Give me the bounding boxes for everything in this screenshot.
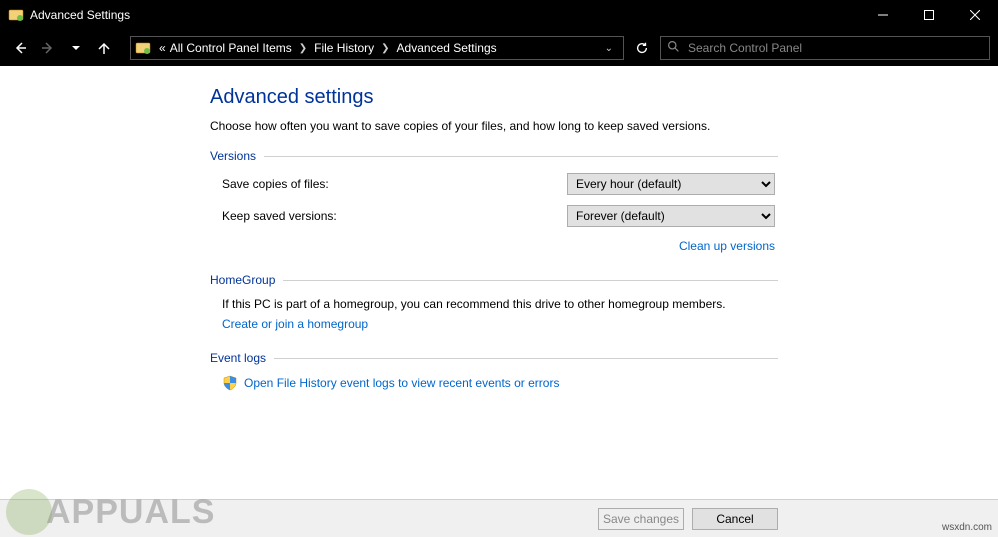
- homegroup-group-title: HomeGroup: [210, 273, 275, 287]
- search-icon: [667, 40, 680, 56]
- homegroup-text: If this PC is part of a homegroup, you c…: [222, 297, 998, 311]
- up-button[interactable]: [92, 36, 116, 60]
- back-button[interactable]: [8, 36, 32, 60]
- breadcrumb-item[interactable]: Advanced Settings: [395, 41, 499, 55]
- window-controls: [860, 0, 998, 30]
- titlebar: Advanced Settings: [0, 0, 998, 30]
- watermark: APPUALS: [6, 489, 215, 535]
- refresh-button[interactable]: [630, 36, 654, 60]
- window-icon: [8, 7, 24, 23]
- page-description: Choose how often you want to save copies…: [210, 119, 998, 133]
- divider: [274, 358, 778, 359]
- content-area: Advanced settings Choose how often you w…: [0, 66, 998, 499]
- versions-group: Versions Save copies of files: Every hou…: [210, 149, 998, 255]
- homegroup-group: HomeGroup If this PC is part of a homegr…: [210, 273, 998, 333]
- maximize-button[interactable]: [906, 0, 952, 30]
- breadcrumb-item[interactable]: All Control Panel Items: [168, 41, 294, 55]
- close-button[interactable]: [952, 0, 998, 30]
- divider: [283, 280, 778, 281]
- eventlogs-group: Event logs Open File History event logs …: [210, 351, 998, 391]
- eventlogs-group-title: Event logs: [210, 351, 266, 365]
- keep-versions-select[interactable]: Forever (default): [567, 205, 775, 227]
- search-placeholder: Search Control Panel: [688, 41, 802, 55]
- create-homegroup-link[interactable]: Create or join a homegroup: [222, 317, 368, 331]
- page-title: Advanced settings: [210, 86, 998, 109]
- versions-group-title: Versions: [210, 149, 256, 163]
- breadcrumb-item[interactable]: File History: [312, 41, 376, 55]
- breadcrumb-prefix: «: [157, 41, 168, 55]
- search-input[interactable]: Search Control Panel: [660, 36, 990, 60]
- watermark-icon: [6, 489, 52, 535]
- navbar: « All Control Panel Items ❯ File History…: [0, 30, 998, 66]
- open-event-logs-link[interactable]: Open File History event logs to view rec…: [244, 376, 559, 390]
- address-bar[interactable]: « All Control Panel Items ❯ File History…: [130, 36, 624, 60]
- save-copies-select[interactable]: Every hour (default): [567, 173, 775, 195]
- chevron-right-icon[interactable]: ❯: [376, 43, 394, 54]
- save-changes-button[interactable]: Save changes: [598, 508, 684, 530]
- forward-button[interactable]: [36, 36, 60, 60]
- chevron-right-icon[interactable]: ❯: [294, 43, 312, 54]
- location-icon: [135, 40, 151, 56]
- source-label: wsxdn.com: [942, 522, 992, 533]
- cleanup-versions-link[interactable]: Clean up versions: [679, 239, 775, 253]
- recent-dropdown-icon[interactable]: [64, 36, 88, 60]
- divider: [264, 156, 778, 157]
- window-title: Advanced Settings: [30, 8, 860, 22]
- save-copies-label: Save copies of files:: [222, 177, 567, 191]
- cancel-button[interactable]: Cancel: [692, 508, 778, 530]
- minimize-button[interactable]: [860, 0, 906, 30]
- address-dropdown-icon[interactable]: ⌄: [599, 43, 619, 54]
- keep-versions-label: Keep saved versions:: [222, 209, 567, 223]
- shield-icon: [222, 375, 238, 391]
